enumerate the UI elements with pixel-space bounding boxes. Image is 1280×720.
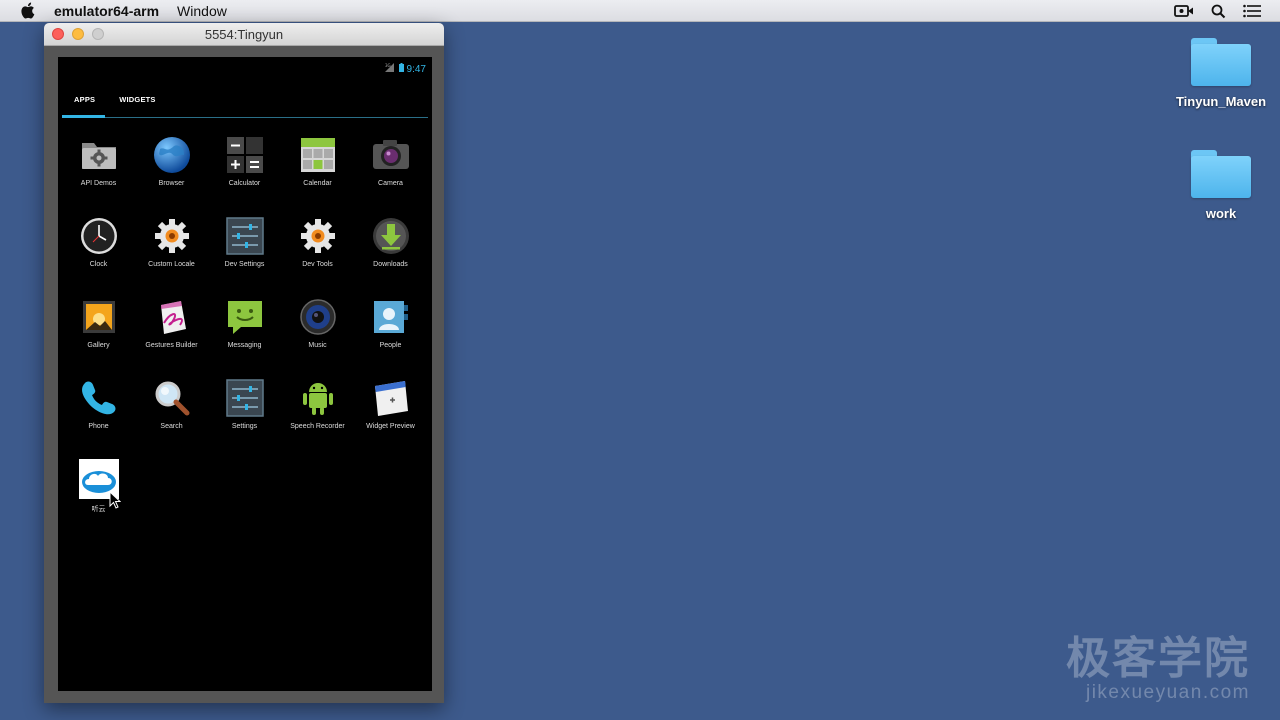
calendar-icon bbox=[298, 135, 338, 175]
phone-icon bbox=[79, 378, 119, 418]
app-label: Dev Tools bbox=[302, 261, 333, 268]
apple-icon[interactable] bbox=[20, 2, 36, 20]
window-title: 5554:Tingyun bbox=[204, 27, 284, 42]
app-people[interactable]: People bbox=[354, 297, 427, 349]
app-widget-preview[interactable]: Widget Preview bbox=[354, 378, 427, 430]
drawer-tabs: APPS WIDGETS bbox=[74, 95, 156, 104]
app-downloads[interactable]: Downloads bbox=[354, 216, 427, 268]
picture-icon bbox=[79, 297, 119, 337]
app-label: Browser bbox=[158, 180, 185, 187]
tab-divider bbox=[62, 117, 428, 118]
battery-icon bbox=[398, 63, 404, 75]
app-label: Search bbox=[160, 423, 183, 430]
watermark-url: jikexueyuan.com bbox=[1085, 682, 1250, 703]
active-tab-indicator bbox=[62, 115, 105, 118]
folder-label: work bbox=[1205, 206, 1237, 221]
tab-apps[interactable]: APPS bbox=[74, 95, 95, 104]
app-dev-settings[interactable]: Dev Settings bbox=[208, 216, 281, 268]
app-browser[interactable]: Browser bbox=[135, 135, 208, 187]
app-label: Camera bbox=[378, 180, 403, 187]
mouse-pointer-icon bbox=[109, 490, 122, 514]
app-menu-name[interactable]: emulator64-arm bbox=[54, 3, 159, 19]
app-label: Calculator bbox=[228, 180, 261, 187]
app-tingyun[interactable]: 听云 bbox=[62, 459, 135, 514]
app-calculator[interactable]: Calculator bbox=[208, 135, 281, 187]
gesture-icon bbox=[152, 297, 192, 337]
app-clock[interactable]: Clock bbox=[62, 216, 135, 268]
gear-icon bbox=[298, 216, 338, 256]
status-time: 9:47 bbox=[406, 63, 426, 75]
app-label: Messaging bbox=[227, 342, 262, 349]
app-label: Dev Settings bbox=[224, 261, 265, 268]
app-label: Music bbox=[308, 342, 327, 349]
android-status-bar: 3G 9:47 bbox=[384, 63, 426, 75]
folder-icon bbox=[1191, 150, 1251, 198]
menu-window[interactable]: Window bbox=[177, 3, 227, 19]
message-icon bbox=[225, 297, 265, 337]
svg-text:3G: 3G bbox=[385, 63, 391, 68]
speaker-icon bbox=[298, 297, 338, 337]
app-label: People bbox=[379, 342, 402, 349]
app-music[interactable]: Music bbox=[281, 297, 354, 349]
magnifier-icon bbox=[152, 378, 192, 418]
desktop-folder-work[interactable]: work bbox=[1171, 150, 1271, 221]
widget-icon bbox=[371, 378, 411, 418]
emulator-window: 5554:Tingyun 3G 9:47 APPS WIDGETS API De… bbox=[44, 23, 444, 703]
app-phone[interactable]: Phone bbox=[62, 378, 135, 430]
desktop-folder-tinyun-maven[interactable]: Tinyun_Maven bbox=[1171, 38, 1271, 109]
app-label: Phone bbox=[88, 423, 109, 430]
sliders-icon bbox=[225, 216, 265, 256]
gear-icon bbox=[152, 216, 192, 256]
app-label: Settings bbox=[231, 423, 258, 430]
app-custom-locale[interactable]: Custom Locale bbox=[135, 216, 208, 268]
app-api-demos[interactable]: API Demos bbox=[62, 135, 135, 187]
calculator-icon bbox=[225, 135, 265, 175]
android-icon bbox=[298, 378, 338, 418]
folder-icon bbox=[1191, 38, 1251, 86]
watermark-name: 极客学院 bbox=[1066, 634, 1250, 683]
folder-label: Tinyun_Maven bbox=[1175, 94, 1267, 109]
spotlight-search-icon[interactable] bbox=[1208, 2, 1228, 20]
app-camera[interactable]: Camera bbox=[354, 135, 427, 187]
app-label: Gallery bbox=[87, 342, 110, 349]
app-label: Clock bbox=[89, 261, 108, 268]
contact-icon bbox=[371, 297, 411, 337]
app-label: Custom Locale bbox=[148, 261, 195, 268]
sliders-icon bbox=[225, 378, 265, 418]
app-search[interactable]: Search bbox=[135, 378, 208, 430]
app-label: Widget Preview bbox=[366, 423, 415, 430]
menu-bar: emulator64-arm Window bbox=[0, 0, 1280, 22]
download-icon bbox=[371, 216, 411, 256]
folder-gear-icon bbox=[79, 135, 119, 175]
camera-icon bbox=[371, 135, 411, 175]
app-settings[interactable]: Settings bbox=[208, 378, 281, 430]
android-screen[interactable]: 3G 9:47 APPS WIDGETS API Demos Browser C… bbox=[58, 57, 432, 691]
app-dev-tools[interactable]: Dev Tools bbox=[281, 216, 354, 268]
window-titlebar[interactable]: 5554:Tingyun bbox=[44, 23, 444, 46]
tab-widgets[interactable]: WIDGETS bbox=[119, 95, 155, 104]
app-calendar[interactable]: Calendar bbox=[281, 135, 354, 187]
app-label: Speech Recorder bbox=[290, 423, 345, 430]
signal-icon: 3G bbox=[384, 63, 396, 75]
app-label: Gestures Builder bbox=[145, 342, 198, 349]
screen-record-icon[interactable] bbox=[1174, 2, 1194, 20]
app-gestures-builder[interactable]: Gestures Builder bbox=[135, 297, 208, 349]
app-speech-recorder[interactable]: Speech Recorder bbox=[281, 378, 354, 430]
app-label: Downloads bbox=[373, 261, 408, 268]
app-label: Calendar bbox=[303, 180, 332, 187]
notification-center-icon[interactable] bbox=[1242, 2, 1262, 20]
app-messaging[interactable]: Messaging bbox=[208, 297, 281, 349]
app-label: API Demos bbox=[80, 180, 117, 187]
clock-icon bbox=[79, 216, 119, 256]
app-gallery[interactable]: Gallery bbox=[62, 297, 135, 349]
watermark: 极客学院 jikexueyuan.com bbox=[1066, 622, 1250, 704]
globe-icon bbox=[152, 135, 192, 175]
app-label: 听云 bbox=[91, 506, 106, 513]
